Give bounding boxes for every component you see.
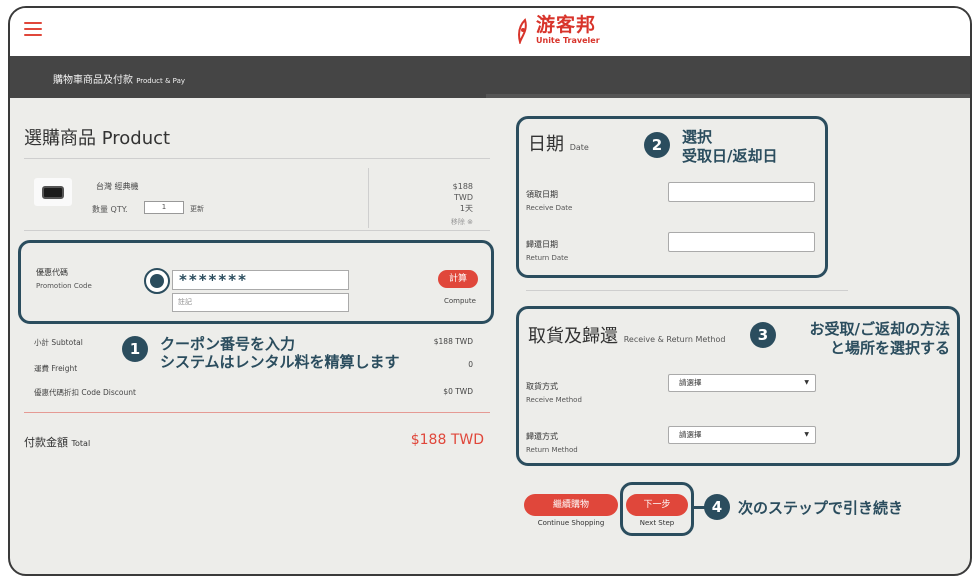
receive-date-input[interactable] [668,182,815,202]
product-price: $188 TWD 1天 [453,181,473,214]
step-badge-3: 3 [750,322,776,348]
step-badge-1: 1 [122,336,148,362]
qty-label: 數量 QTY. [92,205,128,214]
page-title-zh: 購物車商品及付款 [53,75,133,86]
remove-label: 移除 [450,218,465,226]
product-title-zh: 選購商品 [24,128,96,149]
subtotal-value: $188 TWD [433,337,473,346]
step-badge-4: 4 [704,494,730,520]
dropdown-arrow-icon: ▼ [804,431,809,438]
return-method-select[interactable]: 請選擇 ▼ [668,426,816,444]
page-title-en: Product & Pay [136,77,186,85]
step-1-line-2: システムはレンタル料を精算します [160,353,400,371]
hamburger-menu-icon[interactable] [24,22,42,36]
product-title-en: Product [101,128,171,149]
logo-text-cn: 游客邦 [536,14,597,36]
divider [24,158,490,159]
step-2-line-2: 受取日/返却日 [682,147,778,165]
return-date-en: Return Date [526,254,569,262]
receive-method-value: 請選擇 [679,378,702,387]
remove-link[interactable]: 移除 ⊗ [451,217,473,227]
next-step-button[interactable]: 下一步 [626,494,688,516]
promo-radio[interactable] [144,268,170,294]
page-title: 購物車商品及付款 Product & Pay [53,71,185,86]
step-1-callout: クーポン番号を入力 システムはレンタル料を精算します [160,335,400,371]
continue-shopping-label: Continue Shopping [537,519,605,527]
price-currency: TWD [454,193,473,202]
note-input[interactable]: 註記 [172,293,349,312]
total-label-zh: 付款金額 [24,436,68,449]
page-header-bar: 購物車商品及付款 Product & Pay [10,56,970,98]
receive-date-label: 領取日期 Receive Date [526,188,572,215]
receive-method-select[interactable]: 請選擇 ▼ [668,374,816,392]
update-link[interactable]: 更新 [190,204,204,214]
step-2-line-1: 選択 [682,128,713,146]
compute-button[interactable]: 計算 [438,270,478,288]
discount-value: $0 TWD [443,387,473,396]
freight-value: 0 [468,360,473,369]
return-method-zh: 歸還方式 [526,432,558,441]
receive-method-en: Receive Method [526,396,582,404]
divider [368,168,369,228]
discount-label: 優惠代碼折扣 Code Discount [34,388,136,397]
promo-label-en: Promotion Code [36,282,92,290]
divider [526,290,848,291]
return-method-label: 歸還方式 Return Method [526,430,578,457]
logo-text-en: Unite Traveler [536,36,600,45]
date-section-title: 日期 Date [528,130,589,156]
total-value: $188 TWD [410,432,484,448]
receive-method-zh: 取貨方式 [526,382,558,391]
method-section-title: 取貨及歸還 Receive & Return Method [528,322,725,348]
return-method-value: 請選擇 [679,430,702,439]
step-3-callout: お受取/ご返却の方法 と場所を選択する [784,320,950,358]
continue-shopping-button[interactable]: 繼續購物 [524,494,618,516]
return-method-en: Return Method [526,446,578,454]
receive-method-label: 取貨方式 Receive Method [526,380,582,407]
subtotal-label: 小計 Subtotal [34,338,83,347]
logo-mark-icon [518,17,527,44]
remove-icon: ⊗ [467,218,473,226]
top-bar: 游客邦 Unite Traveler [10,8,970,56]
step-3-line-1: お受取/ご返却の方法 [809,320,950,338]
return-date-zh: 歸還日期 [526,240,558,249]
step-1-line-1: クーポン番号を入力 [160,335,296,353]
next-step-label: Next Step [639,519,675,527]
freight-label: 運費 Freight [34,364,78,373]
product-name: 台灣 經典機 [96,182,139,191]
divider [24,412,490,413]
method-title-en: Receive & Return Method [623,335,726,344]
promo-label-zh: 優惠代碼 [36,268,68,277]
step-badge-2: 2 [644,132,670,158]
compute-label: Compute [444,297,476,305]
header-strip [486,94,970,98]
qty-input[interactable]: 1 [144,201,184,214]
receive-date-en: Receive Date [526,204,573,212]
brand-logo[interactable]: 游客邦 Unite Traveler [516,16,600,45]
divider [24,230,490,231]
promo-code-input[interactable]: ******* [172,270,349,290]
app-window: 游客邦 Unite Traveler 購物車商品及付款 Product & Pa… [8,6,972,576]
total-label-en: Total [71,439,91,448]
product-section-title: 選購商品 Product [24,124,170,150]
method-title-zh: 取貨及歸還 [528,326,618,347]
step-4-callout: 次のステップで引き続き [738,499,904,517]
promo-label: 優惠代碼 Promotion Code [36,266,92,293]
step-3-line-2: と場所を選択する [829,339,950,357]
product-image [34,178,72,206]
date-title-zh: 日期 [528,134,564,155]
return-date-input[interactable] [668,232,815,252]
total-label: 付款金額 Total [24,434,90,450]
price-amount: $188 [452,182,473,191]
return-date-label: 歸還日期 Return Date [526,238,568,265]
dropdown-arrow-icon: ▼ [804,379,809,386]
receive-date-zh: 領取日期 [526,190,558,199]
rental-days: 1天 [459,204,473,213]
date-title-en: Date [569,143,589,152]
step-2-callout: 選択 受取日/返却日 [682,128,777,166]
